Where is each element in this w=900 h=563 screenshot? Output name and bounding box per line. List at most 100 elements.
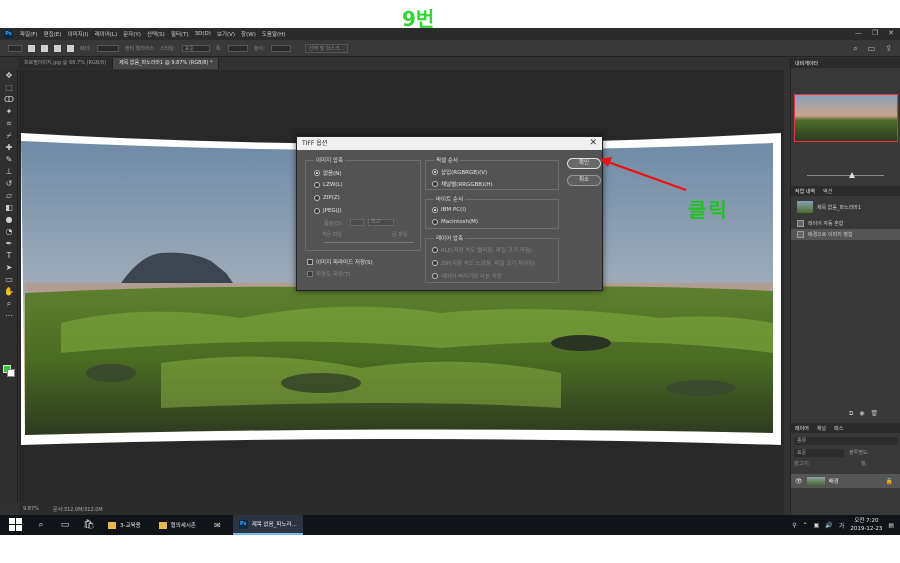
search-icon[interactable]: ⌕ bbox=[853, 44, 857, 54]
lasso-tool-icon[interactable]: ↀ bbox=[3, 94, 15, 105]
layer-rle-radio[interactable]: RLE(저장 속도 빨라짐, 파일 크기 커짐) bbox=[432, 246, 532, 254]
quality-slider[interactable] bbox=[324, 242, 414, 243]
pixel-interleaved-radio[interactable]: 삽입(RGBRGB)(V) bbox=[432, 168, 487, 176]
close-icon[interactable]: ✕ bbox=[589, 137, 597, 150]
shape-tool-icon[interactable]: ▭ bbox=[3, 274, 15, 285]
menu-view[interactable]: 보기(V) bbox=[214, 30, 238, 38]
layer-zip-radio[interactable]: ZIP(저장 속도 느려짐, 파일 크기 작아짐) bbox=[432, 259, 535, 267]
eraser-icon[interactable]: ▱ bbox=[3, 190, 15, 201]
chevron-up-icon[interactable]: ⌃ bbox=[803, 522, 808, 529]
history-brush-icon[interactable]: ↺ bbox=[3, 178, 15, 189]
cancel-button[interactable]: 취소 bbox=[567, 175, 601, 186]
tab-actions[interactable]: 액션 bbox=[823, 188, 832, 195]
quality-input[interactable] bbox=[350, 219, 364, 226]
save-pyramid-checkbox[interactable]: 이미지 피라미드 저장(S) bbox=[307, 258, 373, 266]
menu-filter[interactable]: 필터(T) bbox=[168, 30, 192, 38]
start-button[interactable] bbox=[8, 517, 24, 533]
close-icon[interactable]: ✕ bbox=[888, 29, 894, 37]
navigator-zoom-slider[interactable] bbox=[797, 172, 894, 180]
blend-mode-select[interactable]: 표준 bbox=[794, 449, 844, 457]
minimize-icon[interactable]: — bbox=[855, 29, 862, 37]
layer-kind-filter[interactable]: 종류 bbox=[794, 437, 898, 445]
menu-help[interactable]: 도움말(H) bbox=[259, 30, 289, 38]
save-transparency-checkbox[interactable]: 투명도 저장(T) bbox=[307, 270, 351, 278]
compression-jpeg-radio[interactable]: JPEG(J) bbox=[314, 208, 342, 214]
crop-tool-icon[interactable]: ⌗ bbox=[3, 118, 15, 129]
workspace-icon[interactable]: ▭ bbox=[868, 44, 876, 54]
people-icon[interactable]: ⚲ bbox=[792, 522, 796, 529]
path-select-icon[interactable]: ➤ bbox=[3, 262, 15, 273]
history-item[interactable]: 배경으로 이미지 병합 bbox=[791, 229, 900, 240]
menu-select[interactable]: 선택(S) bbox=[144, 30, 168, 38]
tool-preset-picker[interactable] bbox=[8, 44, 22, 52]
history-snapshot[interactable]: 제목 없음_파노라마1 bbox=[791, 196, 900, 218]
compression-zip-radio[interactable]: ZIP(Z) bbox=[314, 195, 340, 201]
layer-discard-radio[interactable]: 레이어 버리기와 사본 저장 bbox=[432, 272, 502, 280]
tab-navigator[interactable]: 내비게이터 bbox=[795, 60, 818, 67]
task-view-icon[interactable]: ▭ bbox=[58, 518, 72, 532]
byte-ibm-radio[interactable]: IBM PC(I) bbox=[432, 207, 466, 213]
compression-none-radio[interactable]: 없음(N) bbox=[314, 169, 342, 177]
ime-indicator[interactable]: 가 bbox=[839, 521, 845, 530]
tab-history[interactable]: 작업 내역 bbox=[795, 188, 815, 195]
volume-icon[interactable]: 🔊 bbox=[825, 522, 832, 529]
height-input[interactable] bbox=[270, 44, 291, 52]
intersect-selection-icon[interactable] bbox=[67, 44, 74, 52]
brush-tool-icon[interactable]: ✎ bbox=[3, 154, 15, 165]
hand-tool-icon[interactable]: ✋ bbox=[3, 286, 15, 297]
taskbar-app-folder-1[interactable]: 3-교육용 bbox=[102, 515, 147, 535]
menu-edit[interactable]: 편집(E) bbox=[41, 30, 65, 38]
tab-layers[interactable]: 레이어 bbox=[795, 425, 809, 432]
dodge-icon[interactable]: ◔ bbox=[3, 226, 15, 237]
menu-layer[interactable]: 레이어(L) bbox=[92, 30, 121, 38]
search-icon[interactable]: ⌕ bbox=[34, 518, 48, 532]
pixel-per-channel-radio[interactable]: 채널별(RRGGBB)(H) bbox=[432, 180, 493, 188]
menu-window[interactable]: 창(W) bbox=[238, 30, 259, 38]
background-color-swatch[interactable] bbox=[7, 369, 15, 377]
taskbar-app-photoshop[interactable]: Ps 제목 없음_파노라... bbox=[232, 515, 303, 535]
quality-select[interactable]: 최고 bbox=[368, 219, 394, 226]
magic-wand-icon[interactable]: ✦ bbox=[3, 106, 15, 117]
subtract-selection-icon[interactable] bbox=[54, 44, 61, 52]
menu-image[interactable]: 이미지(I) bbox=[64, 30, 91, 38]
pen-tool-icon[interactable]: ✒ bbox=[3, 238, 15, 249]
healing-brush-icon[interactable]: ✚ bbox=[3, 142, 15, 153]
snapshot-icon[interactable]: ◉ bbox=[859, 410, 864, 418]
tab-channels[interactable]: 채널 bbox=[817, 425, 826, 432]
blur-icon[interactable]: ● bbox=[3, 214, 15, 225]
compression-lzw-radio[interactable]: LZW(L) bbox=[314, 182, 343, 188]
tab-panorama[interactable]: 제목 없음_파노라마1 @ 9.87% (RGB/8) * bbox=[113, 58, 220, 69]
taskbar-app-mail[interactable]: ✉ bbox=[208, 515, 227, 535]
notification-icon[interactable]: ▤ bbox=[888, 522, 894, 529]
zoom-tool-icon[interactable]: ⌕ bbox=[3, 298, 15, 309]
network-icon[interactable]: ▣ bbox=[814, 522, 820, 529]
taskbar-app-folder-2[interactable]: 협의세시촌 bbox=[153, 515, 202, 535]
gradient-icon[interactable]: ◧ bbox=[3, 202, 15, 213]
menu-file[interactable]: 파일(F) bbox=[17, 30, 41, 38]
width-input[interactable] bbox=[227, 44, 248, 52]
maximize-icon[interactable]: ❐ bbox=[872, 29, 878, 37]
clock[interactable]: 오전 7:20 2019-12-23 bbox=[850, 517, 882, 533]
menu-type[interactable]: 문자(Y) bbox=[120, 30, 144, 38]
style-select[interactable]: 표준 bbox=[181, 44, 210, 52]
more-tools-icon[interactable]: ⋯ bbox=[3, 310, 15, 321]
type-tool-icon[interactable]: T bbox=[3, 250, 15, 261]
move-tool-icon[interactable]: ✥ bbox=[3, 70, 15, 81]
zoom-level[interactable]: 9.87% bbox=[23, 506, 39, 512]
add-selection-icon[interactable] bbox=[41, 44, 48, 52]
clone-stamp-icon[interactable]: ⊥ bbox=[3, 166, 15, 177]
ok-button[interactable]: 확인 bbox=[567, 158, 601, 169]
layer-row-background[interactable]: 👁 배경 🔒 bbox=[791, 474, 900, 488]
history-item[interactable]: 레이어 자동 혼합 bbox=[791, 218, 900, 229]
tab-paths[interactable]: 패스 bbox=[834, 425, 843, 432]
new-doc-from-state-icon[interactable]: ⧉ bbox=[849, 410, 853, 418]
tab-profile-image[interactable]: 프로필이미지.jpg @ 66.7% (RGB/8) bbox=[18, 58, 114, 69]
marquee-tool-icon[interactable]: ⬚ bbox=[3, 82, 15, 93]
new-selection-icon[interactable] bbox=[28, 44, 35, 52]
trash-icon[interactable]: 🗑 bbox=[871, 410, 879, 418]
byte-mac-radio[interactable]: Macintosh(M) bbox=[432, 219, 478, 225]
share-icon[interactable]: ⇪ bbox=[885, 44, 892, 54]
eyedropper-icon[interactable]: ⌿ bbox=[3, 130, 15, 141]
store-icon[interactable]: 🛍 bbox=[82, 518, 96, 532]
navigator-preview[interactable] bbox=[794, 94, 898, 142]
